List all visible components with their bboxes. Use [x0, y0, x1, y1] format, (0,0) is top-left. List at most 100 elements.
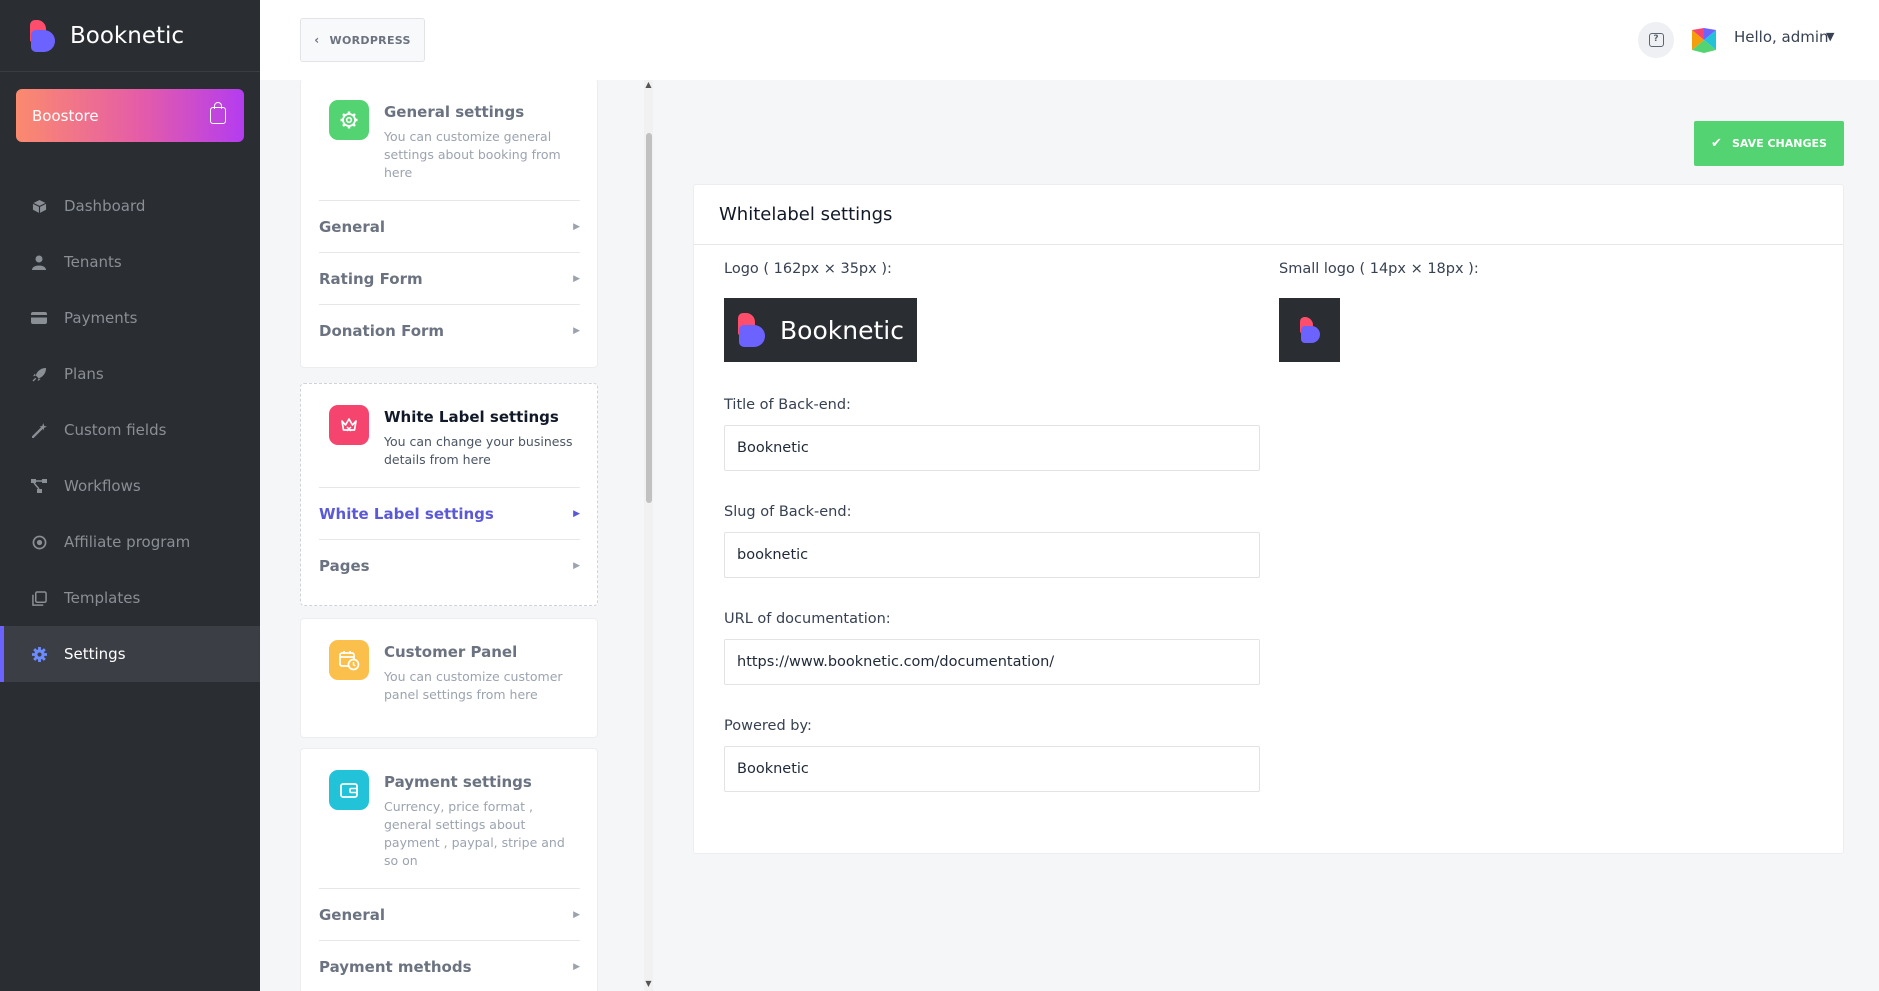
sidebar: Booknetic Boostore Dashboard Tenants Pay…: [0, 0, 260, 991]
copy-icon: [31, 590, 47, 606]
chevron-down-icon[interactable]: ▼: [1826, 30, 1834, 43]
logo-text: Booknetic: [780, 315, 904, 345]
settings-link-general[interactable]: General ▶: [319, 200, 580, 252]
card-description: You can customize customer panel setting…: [384, 669, 563, 702]
topbar: ‹ WORDPRESS ? Hello, admin ▼: [260, 0, 1879, 80]
small-logo-upload[interactable]: [1279, 298, 1340, 362]
sidebar-item-label: Payments: [64, 309, 138, 327]
sidebar-item-payments[interactable]: Payments: [0, 290, 260, 346]
save-label: SAVE CHANGES: [1731, 137, 1827, 150]
slug-backend-label: Slug of Back-end:: [724, 504, 852, 520]
settings-card-general: General settings You can customize gener…: [300, 80, 598, 368]
panel-title: Whitelabel settings: [694, 185, 1843, 245]
settings-link-payment-general[interactable]: General ▶: [319, 888, 580, 940]
sidebar-item-label: Dashboard: [64, 197, 146, 215]
sidebar-item-tenants[interactable]: Tenants: [0, 234, 260, 290]
sidebar-item-affiliate-program[interactable]: Affiliate program: [0, 514, 260, 570]
save-changes-button[interactable]: ✔ SAVE CHANGES: [1694, 121, 1844, 166]
title-backend-label: Title of Back-end:: [724, 397, 851, 413]
caret-right-icon: ▶: [573, 909, 580, 920]
logo-upload[interactable]: Booknetic: [724, 298, 917, 362]
crown-icon: [329, 405, 369, 445]
wallet-icon: [329, 770, 369, 810]
powered-by-input[interactable]: Booknetic: [724, 746, 1260, 792]
sidebar-item-workflows[interactable]: Workflows: [0, 458, 260, 514]
settings-card-payment: Payment settings Currency, price format …: [300, 748, 598, 991]
link-label: Pages: [319, 556, 370, 575]
card-title: General settings: [384, 103, 525, 121]
settings-card-white-label: White Label settings You can change your…: [300, 383, 598, 606]
caret-right-icon: ▶: [573, 273, 580, 284]
workflow-icon: [31, 478, 47, 494]
caret-right-icon: ▶: [573, 961, 580, 972]
card-title: Customer Panel: [384, 643, 518, 661]
boostore-label: Boostore: [32, 106, 99, 125]
link-label: White Label settings: [319, 504, 494, 523]
calendar-clock-icon: [329, 640, 369, 680]
sidebar-item-label: Custom fields: [64, 421, 167, 439]
scroll-down-arrow-icon[interactable]: ▼: [644, 979, 653, 988]
settings-card-customer-panel[interactable]: Customer Panel You can customize custome…: [300, 618, 598, 738]
wordpress-back-button[interactable]: ‹ WORDPRESS: [300, 18, 425, 62]
whitelabel-settings-panel: Whitelabel settings Logo ( 162px × 35px …: [693, 184, 1844, 854]
link-label: Payment methods: [319, 957, 472, 976]
settings-link-payment-methods[interactable]: Payment methods ▶: [319, 940, 580, 991]
sidebar-item-custom-fields[interactable]: Custom fields: [0, 402, 260, 458]
card-title: White Label settings: [384, 408, 559, 426]
sidebar-item-label: Affiliate program: [64, 533, 191, 551]
checkmark-icon: ✔: [1711, 136, 1722, 151]
sidebar-item-dashboard[interactable]: Dashboard: [0, 178, 260, 234]
caret-right-icon: ▶: [573, 325, 580, 336]
link-label: Donation Form: [319, 321, 445, 340]
question-icon: ?: [1648, 33, 1664, 47]
wordpress-label: WORDPRESS: [329, 33, 411, 47]
booknetic-logo-icon: [738, 313, 766, 347]
sidebar-item-settings[interactable]: Settings: [0, 626, 260, 682]
settings-menu-panel: General settings You can customize gener…: [260, 80, 646, 991]
link-label: General: [319, 217, 385, 236]
sidebar-item-plans[interactable]: Plans: [0, 346, 260, 402]
brand-name: Booknetic: [70, 22, 185, 49]
title-backend-input[interactable]: Booknetic: [724, 425, 1260, 471]
link-label: General: [319, 905, 385, 924]
small-logo-label: Small logo ( 14px × 18px ):: [1279, 261, 1479, 277]
slug-backend-input[interactable]: booknetic: [724, 532, 1260, 578]
help-button[interactable]: ?: [1638, 22, 1674, 58]
powered-by-label: Powered by:: [724, 718, 812, 734]
brand[interactable]: Booknetic: [0, 0, 260, 72]
user-icon: [31, 254, 47, 270]
settings-link-donation-form[interactable]: Donation Form ▶: [319, 304, 580, 356]
sidebar-item-label: Plans: [64, 365, 104, 383]
card-description: Currency, price format , general setting…: [384, 799, 565, 868]
booknetic-logo-icon: [30, 19, 56, 52]
logo-label: Logo ( 162px × 35px ):: [724, 261, 892, 277]
documentation-url-label: URL of documentation:: [724, 611, 891, 627]
caret-right-icon: ▶: [573, 508, 580, 519]
shopping-bag-icon: [210, 102, 226, 124]
link-label: Rating Form: [319, 269, 423, 288]
settings-link-rating-form[interactable]: Rating Form ▶: [319, 252, 580, 304]
sidebar-nav: Dashboard Tenants Payments Plans Custom …: [0, 178, 260, 682]
settings-link-pages[interactable]: Pages ▶: [319, 539, 580, 591]
sidebar-item-label: Workflows: [64, 477, 141, 495]
scrollbar-thumb[interactable]: [646, 133, 652, 503]
gear-icon: [329, 100, 369, 140]
avatar[interactable]: [1690, 26, 1718, 54]
credit-card-icon: [31, 310, 47, 326]
magic-wand-icon: [31, 422, 47, 438]
caret-right-icon: ▶: [573, 560, 580, 571]
scroll-up-arrow-icon[interactable]: ▲: [644, 80, 653, 89]
sidebar-item-label: Settings: [64, 645, 126, 663]
settings-link-white-label-settings[interactable]: White Label settings ▶: [319, 487, 580, 539]
sidebar-item-templates[interactable]: Templates: [0, 570, 260, 626]
sidebar-item-label: Tenants: [64, 253, 122, 271]
card-description: You can customize general settings about…: [384, 129, 561, 180]
cube-icon: [31, 198, 47, 214]
card-title: Payment settings: [384, 773, 532, 791]
booknetic-small-logo-icon: [1299, 317, 1320, 343]
rocket-icon: [31, 366, 47, 382]
user-greeting[interactable]: Hello, admin: [1734, 28, 1829, 46]
card-description: You can change your business details fro…: [384, 434, 573, 467]
documentation-url-input[interactable]: https://www.booknetic.com/documentation/: [724, 639, 1260, 685]
boostore-button[interactable]: Boostore: [16, 89, 244, 142]
